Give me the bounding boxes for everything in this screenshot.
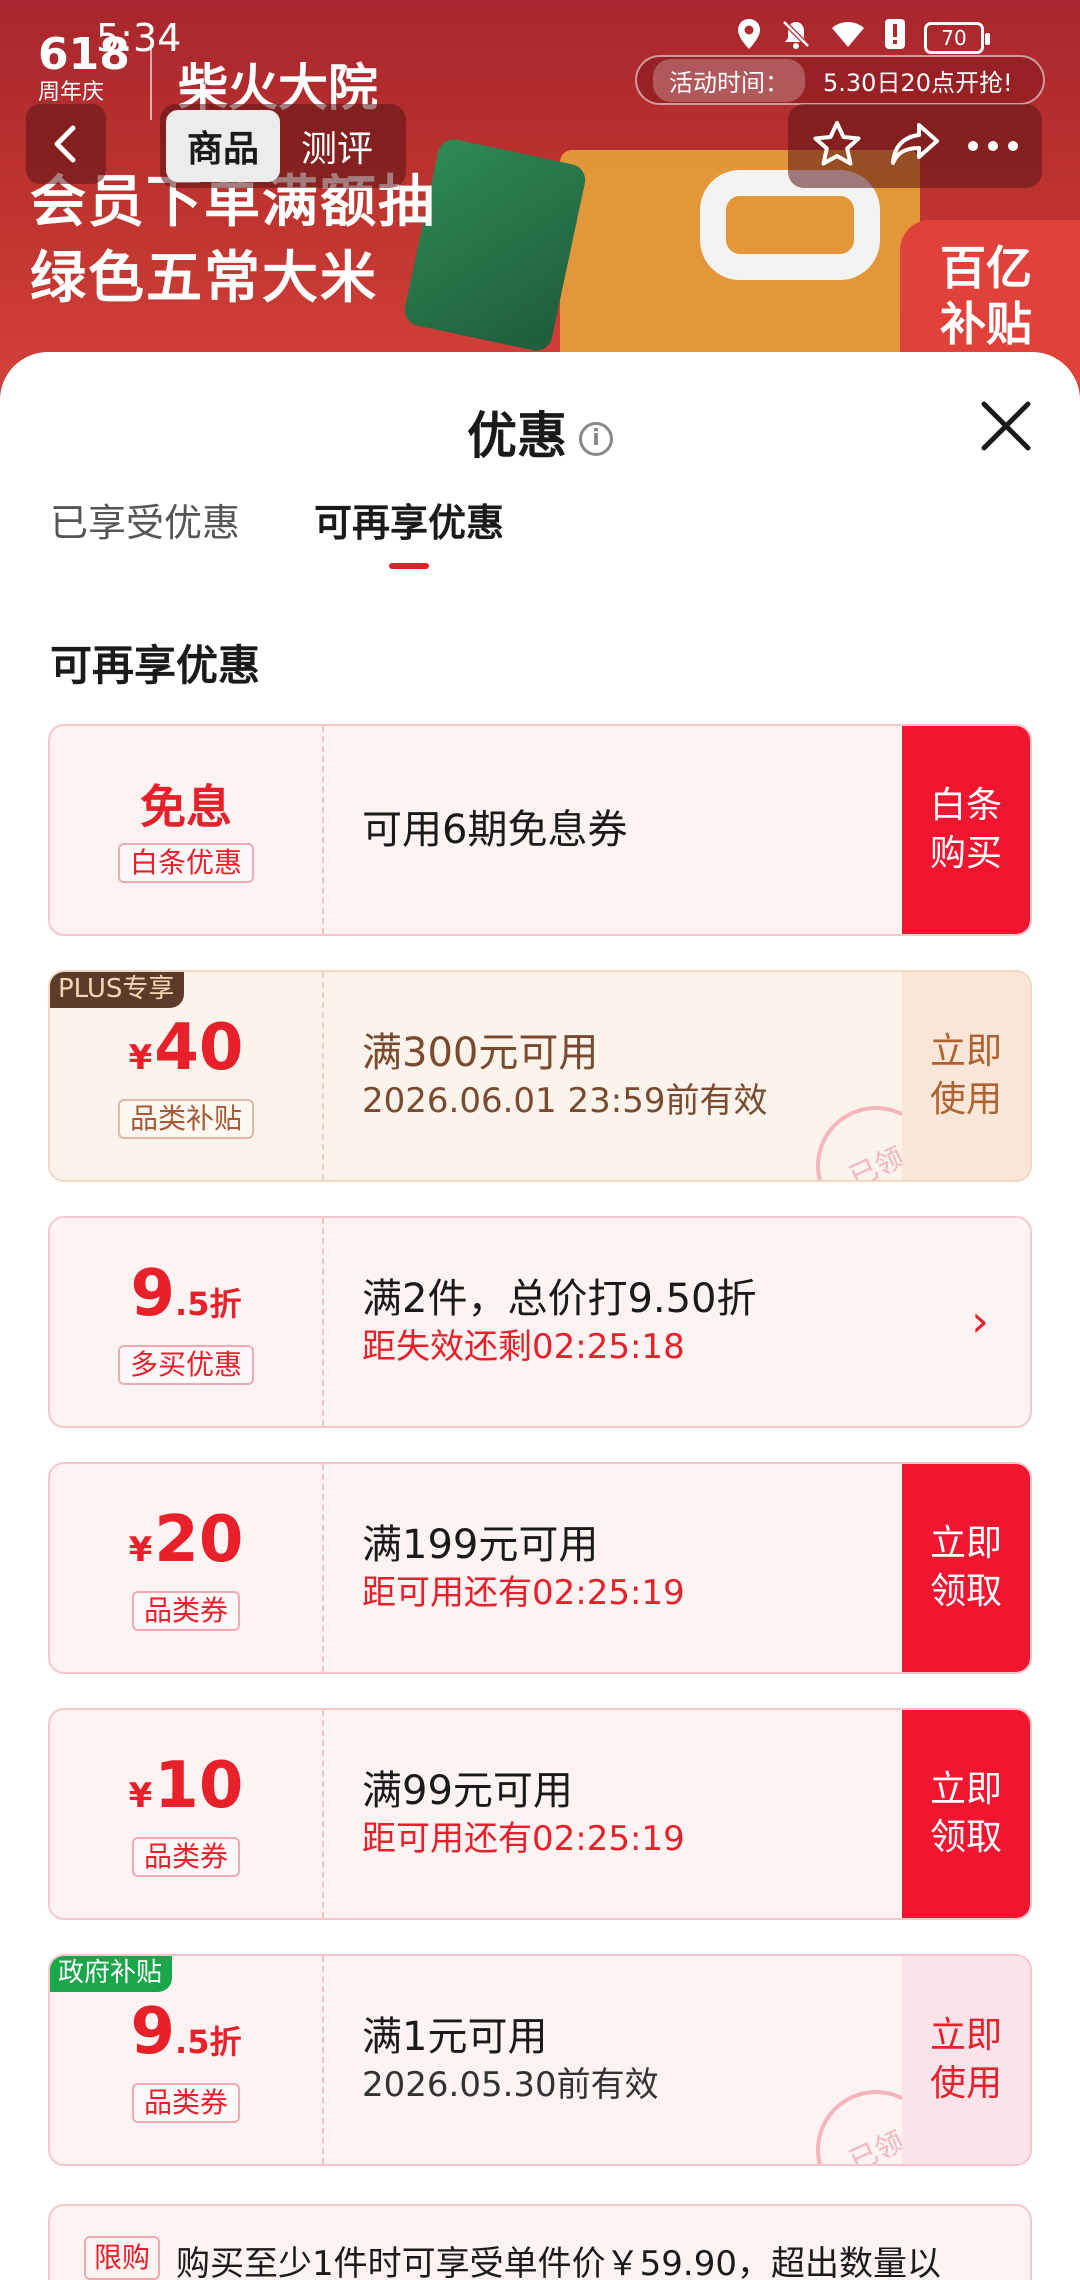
limit-text: 购买至少1件时可享受单件价￥59.90，超出数量以 [176,2244,941,2280]
coupon-tag: 品类券 [131,1837,240,1877]
tab-product[interactable]: 商品 [166,110,280,182]
use-now-button[interactable]: 立即使用 [902,1956,1030,2164]
coupon-desc: 可用6期免息券 [362,726,627,934]
location-icon [736,18,762,58]
coupon-condition: 满199元可用 [362,1522,599,1568]
coupon-tag: 品类券 [131,1591,240,1631]
favorite-star-icon[interactable] [811,119,863,173]
plus-exclusive-badge: PLUS专享 [50,972,185,1008]
coupon-card: 免息 白条优惠 可用6期免息券 白条购买 [48,724,1032,936]
coupon-value: ¥10 [128,1749,244,1823]
coupon-card: ¥20 品类券 满199元可用 距可用还有02:25:19 立即领取 [48,1462,1032,1674]
close-icon [981,401,1031,451]
coupon-value: ¥20 [128,1503,244,1577]
government-subsidy-badge: 政府补贴 [50,1956,173,1992]
alert-icon [884,18,906,58]
coupon-condition: 满1元可用 [362,2014,548,2060]
status-time: 5:34 [96,16,182,60]
coupon-value: 9.5折 [130,1257,242,1331]
coupon-value-area: 免息 白条优惠 [50,726,324,934]
tab-available-discounts[interactable]: 可再享优惠 [314,492,504,569]
coupon-countdown: 距可用还有02:25:19 [362,1573,685,1613]
coupon-validity: 2026.06.01 23:59前有效 [362,1081,768,1121]
coupon-desc: 满300元可用 2026.06.01 23:59前有效 [362,972,767,1180]
coupon-tag: 白条优惠 [117,843,254,883]
wifi-icon [830,19,866,57]
coupon-card: 9.5折 品类券 满1元可用 2026.05.30前有效 已领 立即使用 政府补… [48,1954,1032,2166]
coupon-tag: 品类券 [131,2083,240,2123]
limit-badge: 限购 [84,2236,161,2280]
share-icon[interactable] [889,121,941,171]
discount-tabs: 已享受优惠 可再享优惠 [50,492,504,569]
sheet-title: 优惠 i [0,396,1080,468]
baitiao-buy-button[interactable]: 白条购买 [902,726,1030,934]
more-icon[interactable] [967,137,1019,156]
purchase-limit-notice: 限购 购买至少1件时可享受单件价￥59.90，超出数量以 [48,2204,1032,2280]
coupon-desc: 满2件，总价打9.50折 距失效还剩02:25:18 [362,1218,757,1426]
coupon-desc: 满199元可用 距可用还有02:25:19 [362,1464,685,1672]
coupon-condition: 满99元可用 [362,1768,573,1814]
mute-icon [780,18,812,58]
coupon-condition: 满300元可用 [362,1030,599,1076]
coupon-card: ¥10 品类券 满99元可用 距可用还有02:25:19 立即领取 [48,1708,1032,1920]
claim-now-button[interactable]: 立即领取 [902,1710,1030,1918]
section-title: 可再享优惠 [50,641,261,690]
use-now-button[interactable]: 立即使用 [902,972,1030,1180]
nav-actions [788,104,1042,188]
coupon-value-area: ¥10 品类券 [50,1710,324,1918]
coupon-tag: 品类补贴 [117,1099,254,1139]
product-nav-tabs: 商品 测评 [160,104,406,188]
tab-review[interactable]: 测评 [280,110,394,182]
coupon-value: 免息 [140,780,232,834]
claim-now-button[interactable]: 立即领取 [902,1464,1030,1672]
coupon-value: ¥40 [128,1011,244,1085]
status-bar: 5:34 70 [0,0,1080,76]
battery-icon: 70 [924,22,990,54]
coupon-countdown: 距失效还剩02:25:18 [362,1327,685,1367]
coupon-desc: 满1元可用 2026.05.30前有效 [362,1956,659,2164]
chevron-right-icon[interactable]: › [930,1218,1030,1426]
close-button[interactable] [976,396,1036,456]
coupon-validity: 2026.05.30前有效 [362,2065,659,2105]
chevron-left-icon [54,125,76,163]
back-button[interactable] [26,104,106,184]
tab-enjoyed-discounts[interactable]: 已享受优惠 [50,492,240,569]
info-icon[interactable]: i [579,422,613,456]
coupon-value-area: ¥20 品类券 [50,1464,324,1672]
coupon-condition: 可用6期免息券 [362,807,628,853]
coupon-card: ¥40 品类补贴 满300元可用 2026.06.01 23:59前有效 已领 … [48,970,1032,1182]
coupon-condition: 满2件，总价打9.50折 [362,1276,757,1322]
coupon-value-area: 9.5折 多买优惠 [50,1218,324,1426]
coupon-value: 9.5折 [130,1995,242,2069]
coupon-countdown: 距可用还有02:25:19 [362,1819,685,1859]
coupon-tag: 多买优惠 [117,1345,254,1385]
coupon-desc: 满99元可用 距可用还有02:25:19 [362,1710,685,1918]
coupon-card[interactable]: 9.5折 多买优惠 满2件，总价打9.50折 距失效还剩02:25:18 › [48,1216,1032,1428]
